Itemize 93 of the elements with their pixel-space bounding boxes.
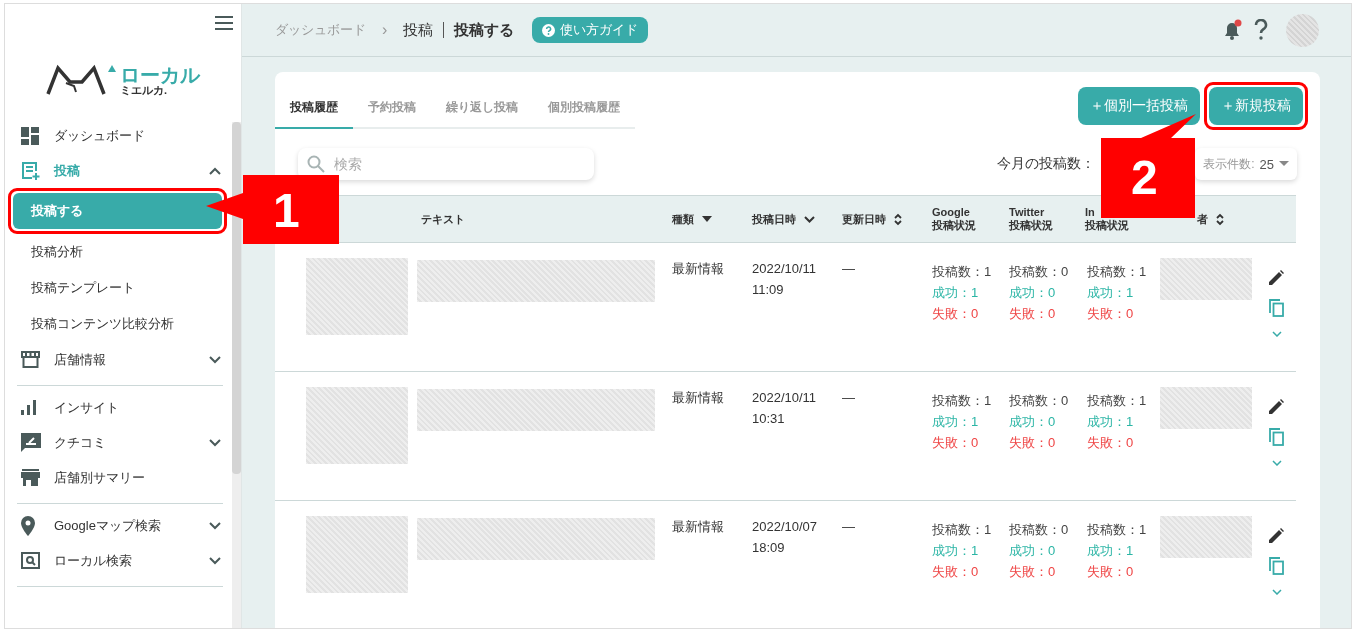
success-count: 成功：1 bbox=[932, 542, 980, 560]
chevron-down-icon bbox=[209, 438, 221, 447]
table-cell: 2022/10/07 18:09 bbox=[752, 519, 818, 555]
help-icon[interactable] bbox=[1254, 19, 1268, 41]
column-header: Google 投稿状況 bbox=[932, 205, 976, 233]
success-count: 成功：1 bbox=[932, 413, 980, 431]
chevron-down-icon[interactable] bbox=[804, 215, 815, 223]
copy-icon[interactable] bbox=[1269, 299, 1284, 317]
chevron-up-icon bbox=[209, 166, 221, 175]
table-cell: 2022/10/11 11:09 bbox=[752, 261, 817, 297]
failure-count: 失敗：0 bbox=[932, 563, 980, 581]
help-icon bbox=[542, 23, 556, 37]
caret-down-icon[interactable] bbox=[702, 216, 712, 222]
post-add-icon bbox=[21, 161, 40, 180]
logo-wordmark: ローカル bbox=[120, 65, 200, 85]
failure-count: 失敗：0 bbox=[1087, 563, 1135, 581]
post-count: 投稿数：0 bbox=[1009, 263, 1070, 281]
search-field[interactable]: 検索 bbox=[298, 148, 594, 180]
chevron-down-icon bbox=[209, 556, 221, 565]
step-callout: 2 bbox=[1101, 114, 1196, 218]
success-count: 成功：0 bbox=[1009, 284, 1057, 302]
caret-down-icon bbox=[1279, 161, 1289, 167]
store-icon bbox=[21, 469, 40, 486]
tab[interactable]: 投稿履歴 bbox=[275, 87, 353, 129]
post-count: 投稿数：1 bbox=[932, 521, 993, 539]
column-header: テキスト bbox=[421, 211, 465, 227]
copy-icon[interactable] bbox=[1269, 428, 1284, 446]
success-count: 成功：1 bbox=[1087, 542, 1135, 560]
storefront-icon bbox=[21, 351, 40, 368]
edit-icon[interactable] bbox=[1269, 270, 1284, 285]
post-count: 投稿数：0 bbox=[1009, 392, 1070, 410]
map-pin-icon bbox=[21, 515, 35, 536]
success-count: 成功：1 bbox=[932, 284, 980, 302]
failure-count: 失敗：0 bbox=[1087, 305, 1135, 323]
sidebar-item[interactable]: 店舗情報 bbox=[17, 342, 223, 377]
post-count: 投稿数：1 bbox=[1087, 521, 1148, 539]
sidebar-item[interactable]: 店舗別サマリー bbox=[17, 460, 223, 495]
table-cell: — bbox=[842, 261, 855, 276]
edit-icon[interactable] bbox=[1269, 399, 1284, 414]
sidebar-item[interactable]: クチコミ bbox=[17, 425, 223, 460]
failure-count: 失敗：0 bbox=[932, 305, 980, 323]
sidebar-item[interactable]: Googleマップ検索 bbox=[17, 508, 223, 543]
success-count: 成功：1 bbox=[1087, 284, 1135, 302]
copy-icon[interactable] bbox=[1269, 557, 1284, 575]
table-cell: 最新情報 bbox=[672, 261, 724, 276]
sidebar-subitem[interactable]: 投稿コンテンツ比較分析 bbox=[13, 306, 225, 342]
success-count: 成功：0 bbox=[1009, 542, 1057, 560]
logo-mark-icon bbox=[46, 62, 116, 96]
notification-bell-icon[interactable] bbox=[1222, 19, 1244, 41]
failure-count: 失敗：0 bbox=[1009, 563, 1057, 581]
success-count: 成功：1 bbox=[1087, 413, 1135, 431]
table-cell: 2022/10/11 10:31 bbox=[752, 390, 817, 426]
post-count: 投稿数：0 bbox=[1009, 521, 1070, 539]
logo-subtitle: ミエルカ. bbox=[120, 85, 168, 96]
dashboard-icon bbox=[21, 126, 39, 145]
chevron-down-icon bbox=[209, 355, 221, 364]
breadcrumb-separator: › bbox=[382, 21, 388, 39]
table-cell: — bbox=[842, 519, 855, 534]
failure-count: 失敗：0 bbox=[1087, 434, 1135, 452]
table-cell: — bbox=[842, 390, 855, 405]
step-callout: 1 bbox=[206, 175, 339, 244]
failure-count: 失敗：0 bbox=[1009, 434, 1057, 452]
sidebar-item[interactable]: インサイト bbox=[17, 390, 223, 425]
table-cell: 最新情報 bbox=[672, 519, 724, 534]
table-cell: 最新情報 bbox=[672, 390, 724, 405]
search-box-icon bbox=[21, 552, 40, 569]
sidebar-subitem[interactable]: 投稿テンプレート bbox=[13, 270, 225, 306]
sidebar-item[interactable]: ダッシュボード bbox=[17, 118, 223, 153]
section-title: 投稿 bbox=[403, 20, 434, 40]
post-count: 投稿数：1 bbox=[1087, 392, 1148, 410]
per-page-select[interactable]: 表示件数: 25 bbox=[1195, 148, 1297, 180]
review-icon bbox=[21, 432, 41, 453]
post-count: 投稿数：1 bbox=[1087, 263, 1148, 281]
chevron-down-icon bbox=[209, 521, 221, 530]
post-count: 投稿数：1 bbox=[932, 392, 993, 410]
column-header[interactable]: 者 bbox=[1197, 211, 1208, 227]
edit-icon[interactable] bbox=[1269, 528, 1284, 543]
column-header: Twitter 投稿状況 bbox=[1009, 205, 1053, 233]
monthly-posts-label: 今月の投稿数： bbox=[997, 155, 1096, 173]
failure-count: 失敗：0 bbox=[932, 434, 980, 452]
sidebar-item[interactable]: ローカル検索 bbox=[17, 543, 223, 578]
failure-count: 失敗：0 bbox=[1009, 305, 1057, 323]
column-header[interactable]: 種類 bbox=[672, 211, 694, 227]
page-title: 投稿する bbox=[454, 20, 515, 40]
bar-chart-icon bbox=[21, 400, 37, 415]
column-header[interactable]: 投稿日時 bbox=[752, 211, 796, 227]
post-count: 投稿数：1 bbox=[932, 263, 993, 281]
sort-icon[interactable] bbox=[1216, 212, 1224, 226]
sort-icon[interactable] bbox=[894, 212, 902, 226]
success-count: 成功：0 bbox=[1009, 413, 1057, 431]
menu-icon[interactable] bbox=[215, 16, 233, 30]
scrollbar-thumb[interactable] bbox=[232, 122, 241, 474]
column-header[interactable]: 更新日時 bbox=[842, 211, 886, 227]
